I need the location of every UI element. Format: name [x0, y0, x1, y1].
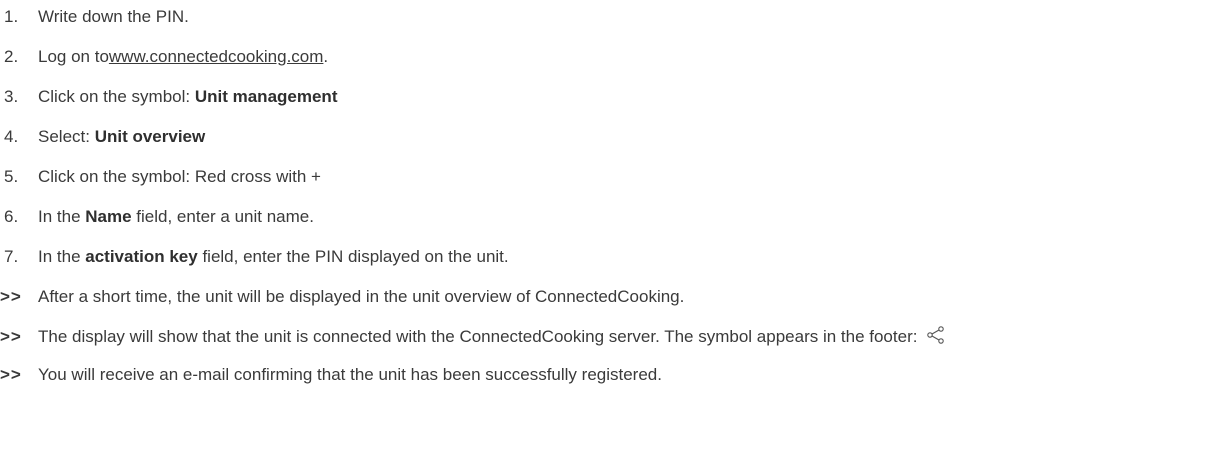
step-2: 2. Log on towww.connectedcooking.com.	[0, 45, 1208, 69]
connectedcooking-link[interactable]: www.connectedcooking.com	[109, 47, 324, 66]
instruction-document: 1. Write down the PIN. 2. Log on towww.c…	[0, 0, 1208, 457]
step-6: 6. In the Name field, enter a unit name.	[0, 205, 1208, 229]
step-number: 2.	[4, 47, 19, 66]
step-text: Click on the symbol: Unit management	[38, 87, 338, 106]
share-icon	[926, 325, 946, 345]
step-4: 4. Select: Unit overview	[0, 125, 1208, 149]
step-text: Click on the symbol: Red cross with +	[38, 167, 321, 186]
step-3: 3. Click on the symbol: Unit management	[0, 85, 1208, 109]
step-text: Write down the PIN.	[38, 7, 189, 26]
step-1: 1. Write down the PIN.	[0, 5, 1208, 29]
name-field-label: Name	[85, 207, 132, 226]
step-number: 4.	[4, 127, 19, 146]
step-text: In the Name field, enter a unit name.	[38, 207, 314, 226]
step-7: 7. In the activation key field, enter th…	[0, 245, 1208, 269]
step-text: Select: Unit overview	[38, 127, 206, 146]
step-number: 1.	[4, 7, 19, 26]
step-number: 3.	[4, 87, 19, 106]
unit-overview-label: Unit overview	[94, 127, 206, 146]
result-text: The display will show that the unit is c…	[38, 325, 1198, 349]
result-text: You will receive an e-mail confirming th…	[38, 365, 662, 384]
result-marker: >>	[0, 327, 22, 346]
result-text: After a short time, the unit will be dis…	[38, 287, 685, 306]
step-number: 7.	[4, 247, 19, 266]
result-3: >> You will receive an e-mail confirming…	[0, 363, 1208, 387]
result-marker: >>	[0, 287, 22, 306]
step-5: 5. Click on the symbol: Red cross with +	[0, 165, 1208, 189]
result-2: >> The display will show that the unit i…	[0, 325, 1208, 349]
step-text: In the activation key field, enter the P…	[38, 247, 509, 266]
step-number: 6.	[4, 207, 19, 226]
activation-key-label: activation key	[85, 247, 198, 266]
unit-management-label: Unit management	[194, 87, 338, 106]
step-text: Log on towww.connectedcooking.com.	[38, 47, 329, 66]
step-number: 5.	[4, 167, 19, 186]
result-1: >> After a short time, the unit will be …	[0, 285, 1208, 309]
result-marker: >>	[0, 365, 22, 384]
